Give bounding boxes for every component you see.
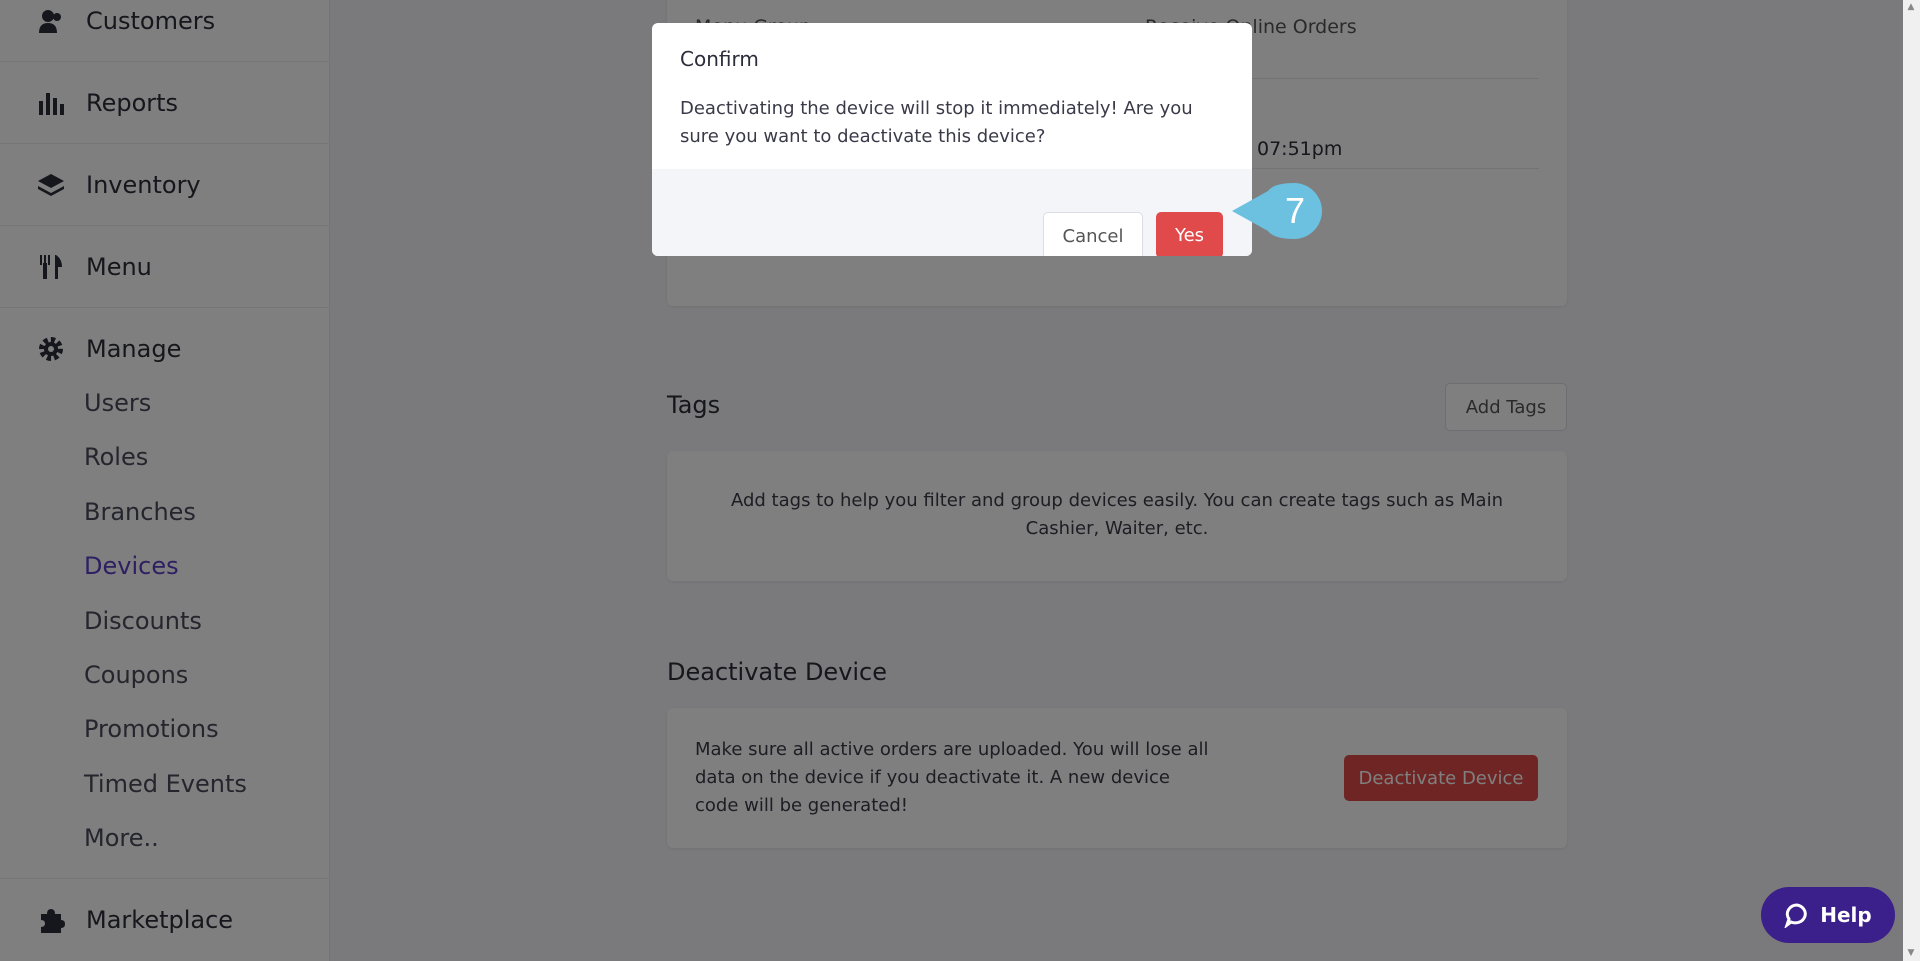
yes-button[interactable]: Yes xyxy=(1156,212,1223,256)
step-number: 7 xyxy=(1284,190,1306,231)
help-button[interactable]: Help xyxy=(1761,887,1895,943)
dialog-message: Deactivating the device will stop it imm… xyxy=(680,98,1193,147)
confirm-dialog: Confirm Deactivating the device will sto… xyxy=(652,23,1252,256)
cancel-button[interactable]: Cancel xyxy=(1043,212,1143,256)
scroll-down-icon[interactable]: ▼ xyxy=(1906,948,1916,958)
chat-bubble-icon xyxy=(1784,903,1807,928)
dialog-title: Confirm xyxy=(680,47,759,71)
scrollbar[interactable] xyxy=(1903,0,1920,961)
scroll-up-icon[interactable]: ▲ xyxy=(1906,2,1916,12)
dialog-footer: Cancel Yes xyxy=(652,169,1252,256)
help-label: Help xyxy=(1820,903,1872,927)
